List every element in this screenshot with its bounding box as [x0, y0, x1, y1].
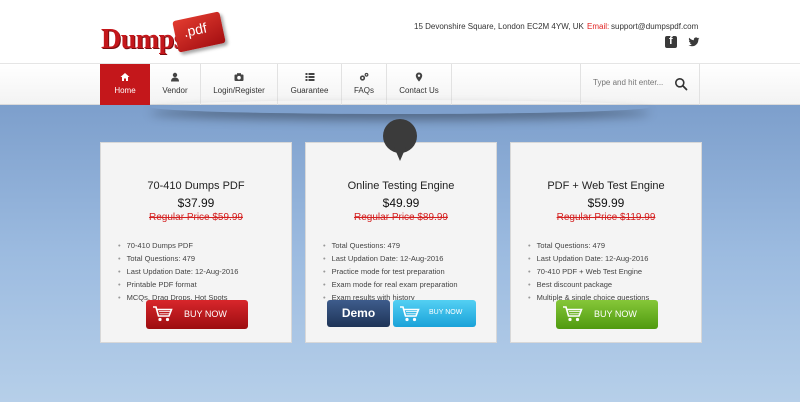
- card-price: $59.99: [587, 196, 625, 210]
- nav-shadow: [150, 100, 650, 114]
- cart-icon: [400, 306, 420, 322]
- map-marker-icon: [415, 72, 423, 82]
- card-price: $49.99: [382, 196, 420, 210]
- pricing-card-bundle: PDF + Web Test Engine $59.99 Regular Pri…: [510, 142, 702, 343]
- twitter-icon[interactable]: [688, 36, 700, 48]
- feature-list: Total Questions: 479 Last Updation Date:…: [323, 239, 458, 304]
- email-link[interactable]: support@dumpspdf.com: [611, 22, 698, 31]
- facebook-icon[interactable]: f: [665, 35, 677, 48]
- pricing-card-pdf: 70-410 Dumps PDF $37.99 Regular Price $5…: [100, 142, 292, 343]
- card-regular-price: Regular Price $89.99: [354, 212, 448, 223]
- pricing-card-testing-engine: Online Testing Engine $49.99 Regular Pri…: [305, 142, 497, 343]
- card-price: $37.99: [177, 196, 215, 210]
- contact-address: 15 Devonshire Square, London EC2M 4YW, U…: [414, 22, 584, 31]
- card-title: PDF + Web Test Engine: [547, 180, 665, 192]
- feature-item: Last Updation Date: 12-Aug-2016: [118, 265, 239, 278]
- buy-now-label: BUY NOW: [184, 309, 227, 319]
- feature-item: Total Questions: 479: [323, 239, 458, 252]
- nav-home[interactable]: Home: [100, 64, 150, 105]
- user-icon: [171, 72, 179, 82]
- site-header: Dumps .pdf 15 Devonshire Square, London …: [0, 0, 800, 63]
- nav-vendor[interactable]: Vendor: [150, 64, 201, 105]
- home-icon: [120, 73, 130, 81]
- nav-login-register[interactable]: Login/Register: [201, 64, 278, 105]
- cogs-icon: [359, 72, 369, 81]
- cart-icon: [563, 306, 583, 322]
- nav-faqs[interactable]: FAQs: [342, 64, 387, 105]
- feature-list: Total Questions: 479 Last Updation Date:…: [528, 239, 650, 304]
- search-input[interactable]: [593, 78, 673, 87]
- nav-login-label: Login/Register: [213, 86, 265, 95]
- feature-item: 70-410 Dumps PDF: [118, 239, 238, 252]
- feature-item: Total Questions: 479: [118, 252, 238, 265]
- feature-list: 70-410 Dumps PDF Total Questions: 479 La…: [118, 239, 239, 304]
- list-icon: [305, 73, 314, 81]
- map-pin-tip: [394, 147, 406, 161]
- buy-now-label: BUY NOW: [594, 309, 637, 319]
- feature-item: Last Updation Date: 12-Aug-2016: [323, 252, 458, 265]
- cart-icon: [153, 306, 173, 322]
- nav-faqs-label: FAQs: [353, 86, 374, 95]
- feature-item: Exam mode for real exam preparation: [323, 278, 458, 291]
- logo-pdf-badge: .pdf: [172, 11, 226, 53]
- nav-contact-label: Contact Us: [399, 86, 439, 95]
- feature-item: 70-410 PDF + Web Test Engine: [528, 265, 649, 278]
- card-regular-price: Regular Price $119.99: [556, 212, 656, 223]
- demo-button[interactable]: Demo: [327, 300, 390, 327]
- search-box: [580, 64, 700, 105]
- buy-now-button[interactable]: BUY NOW: [146, 300, 248, 329]
- logo-badge-text: .pdf: [182, 19, 209, 41]
- site-logo[interactable]: Dumps .pdf: [101, 11, 227, 60]
- main-navigation: Home Vendor Login/Register Guarantee FAQ…: [0, 63, 800, 105]
- feature-item: Practice mode for test preparation: [323, 265, 458, 278]
- card-title: Online Testing Engine: [347, 180, 455, 192]
- nav-contact-us[interactable]: Contact Us: [387, 64, 452, 105]
- feature-item: Total Questions: 479: [528, 239, 649, 252]
- nav-guarantee-label: Guarantee: [290, 86, 329, 95]
- feature-item: Best discount package: [528, 278, 649, 291]
- nav-guarantee[interactable]: Guarantee: [278, 64, 342, 105]
- buy-now-label: BUY NOW: [429, 309, 463, 316]
- feature-item: Printable PDF format: [118, 278, 238, 291]
- nav-home-label: Home: [114, 86, 136, 95]
- camera-icon: [234, 73, 244, 81]
- email-label: Email:: [587, 22, 610, 31]
- nav-vendor-label: Vendor: [162, 86, 188, 95]
- buy-now-button[interactable]: BUY NOW: [556, 300, 658, 329]
- feature-item: Last Updation Date: 12-Aug-2016: [528, 252, 649, 265]
- card-regular-price: Regular Price $59.99: [149, 212, 243, 223]
- search-icon[interactable]: [674, 77, 688, 91]
- buy-now-button[interactable]: BUY NOW: [393, 300, 476, 327]
- logo-text: Dumps: [101, 24, 185, 55]
- card-title: 70-410 Dumps PDF: [147, 180, 245, 192]
